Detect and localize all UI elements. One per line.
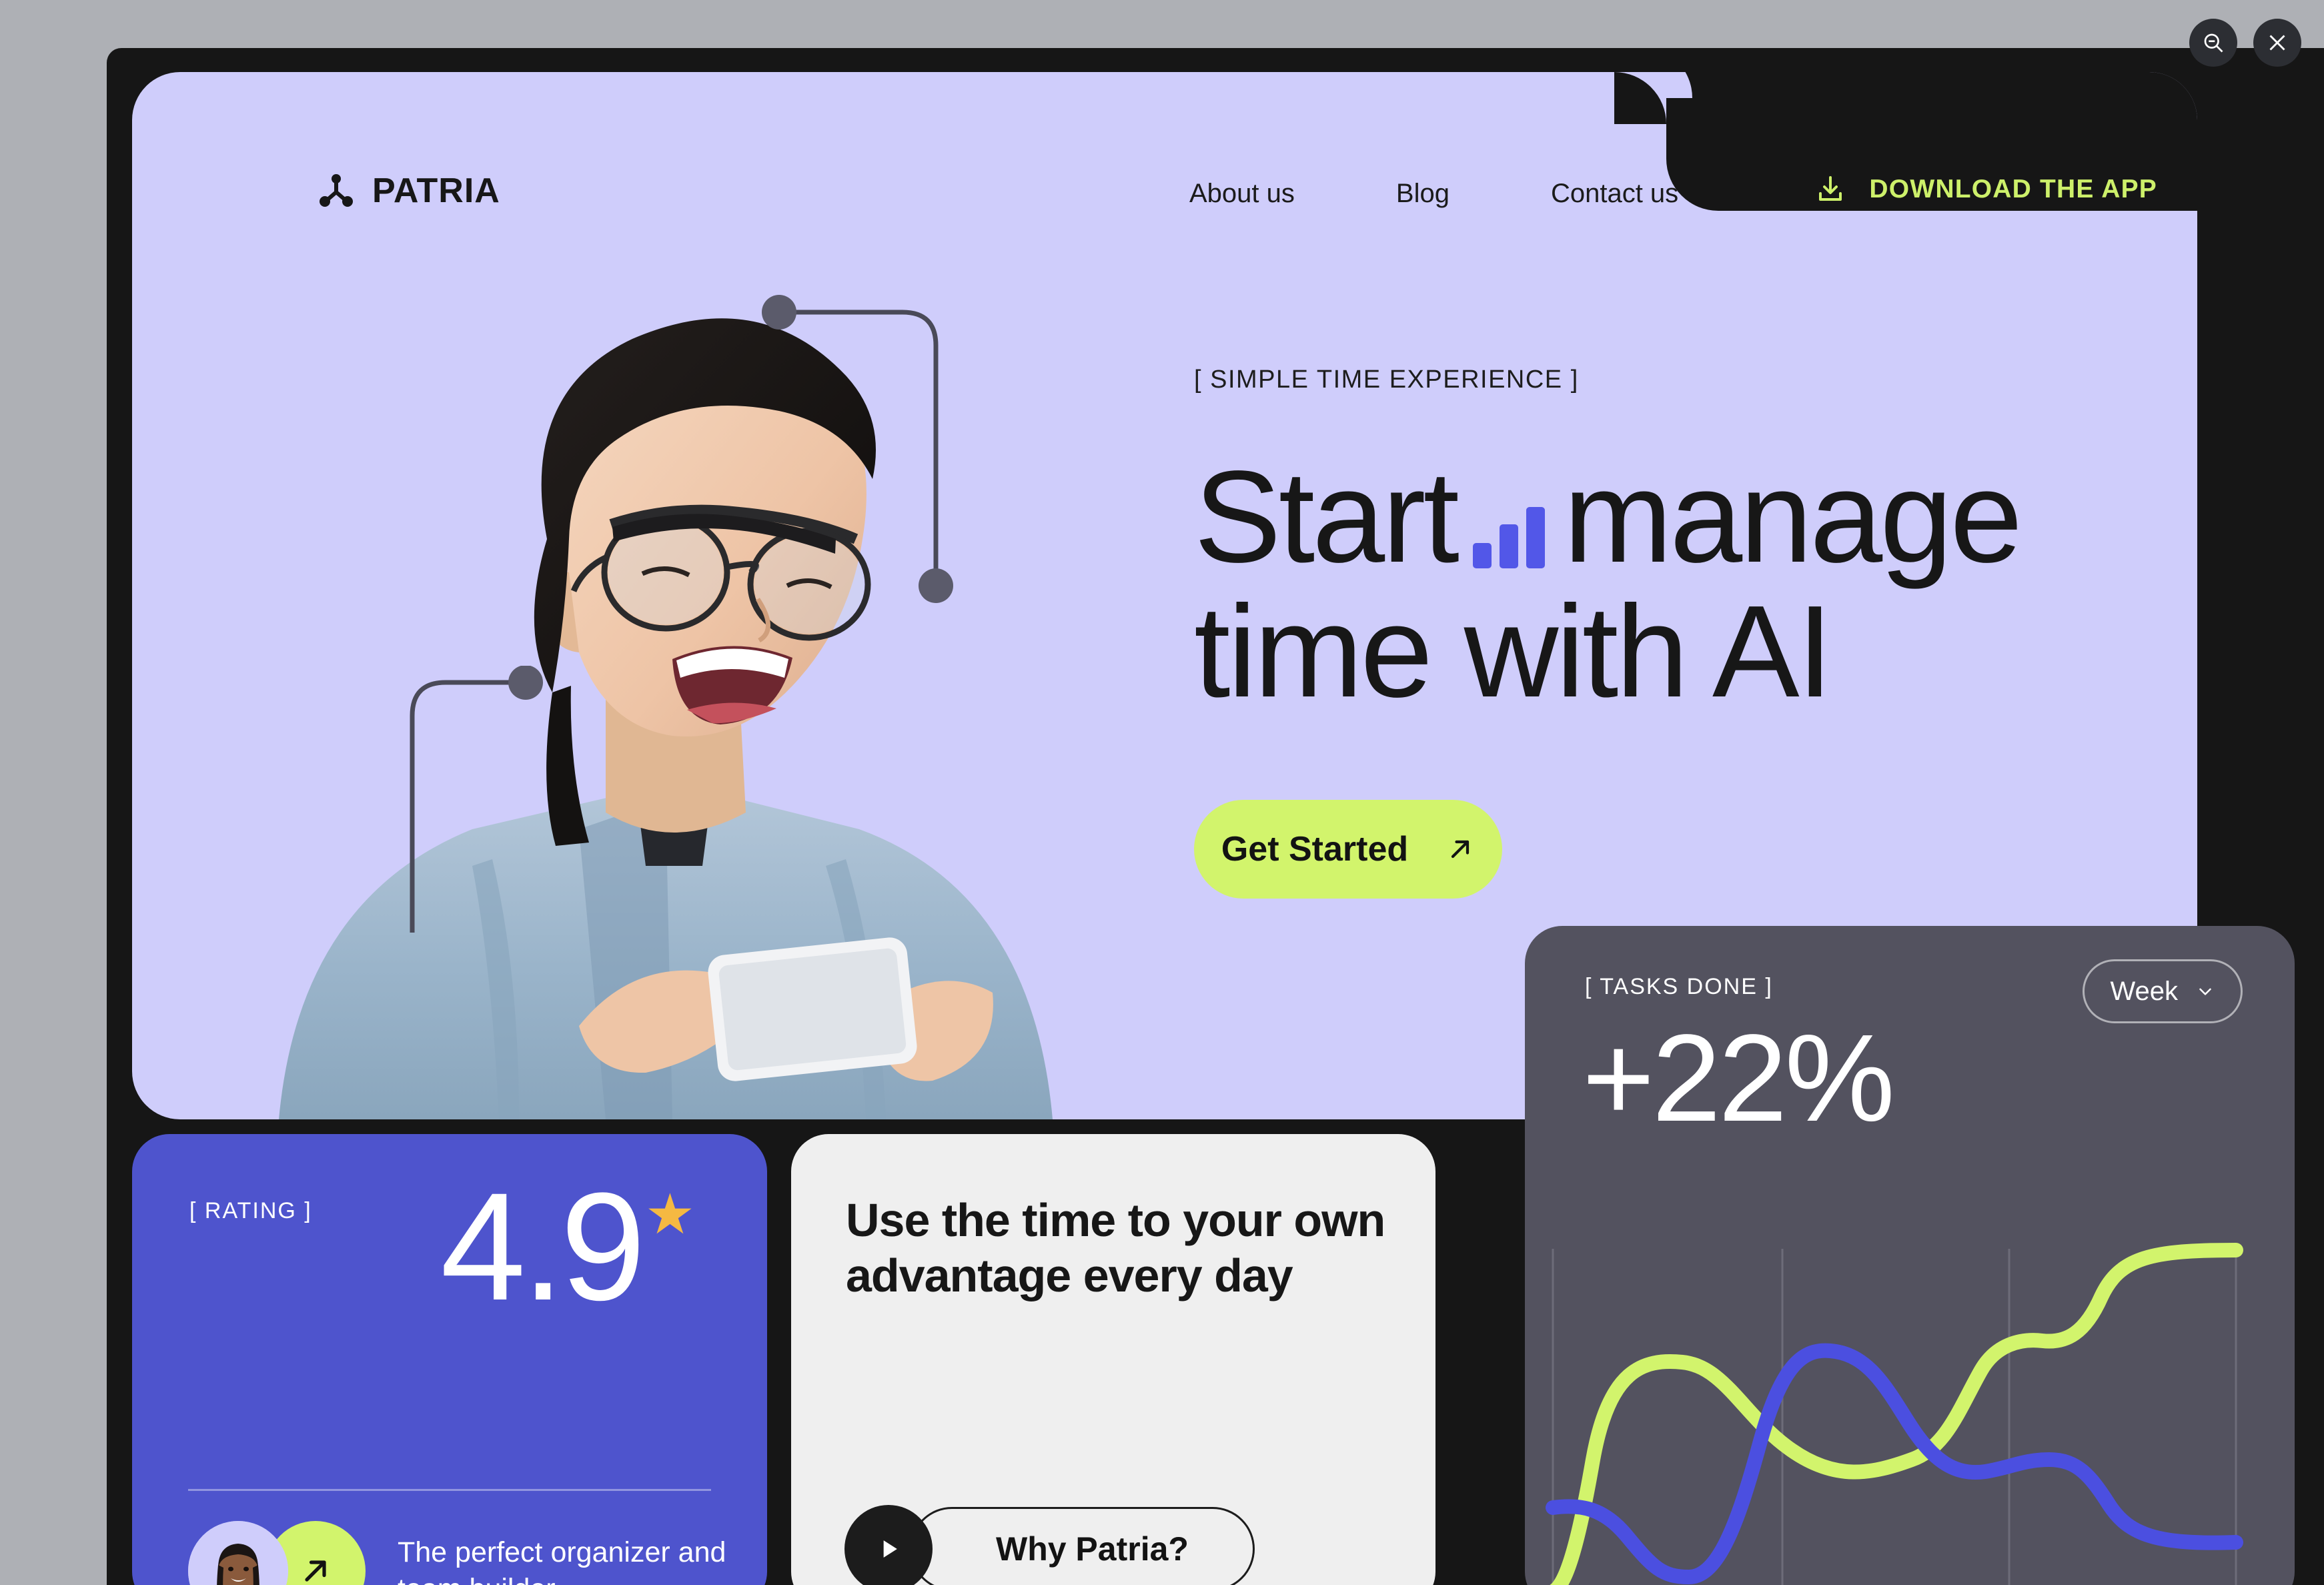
avatar <box>188 1521 288 1585</box>
hero-copy: [ SIMPLE TIME EXPERIENCE ] Start manage … <box>1194 366 2022 899</box>
nav-item-about-us[interactable]: About us <box>1189 179 1295 209</box>
download-label: DOWNLOAD THE APP <box>1869 175 2157 203</box>
hero-eyebrow: [ SIMPLE TIME EXPERIENCE ] <box>1194 366 1579 394</box>
why-patria-label: Why Patria? <box>996 1530 1189 1568</box>
headline-word-manage: manage <box>1563 444 2022 590</box>
tasks-line-chart <box>1546 1243 2243 1585</box>
get-started-button[interactable]: Get Started <box>1194 800 1502 899</box>
close-button[interactable] <box>2253 19 2301 67</box>
play-button[interactable] <box>844 1505 933 1585</box>
period-dropdown[interactable]: Week <box>2083 959 2243 1023</box>
main-nav: About us Blog Contact us <box>1189 179 1678 209</box>
play-icon <box>883 1540 897 1558</box>
period-value: Week <box>2110 976 2178 1006</box>
rating-value: 4.9 <box>440 1161 646 1332</box>
nav-item-blog[interactable]: Blog <box>1396 179 1449 209</box>
rating-footer-text: The perfect organizer and team builder <box>398 1536 726 1585</box>
close-icon <box>2269 35 2285 51</box>
hero-headline: Start manage time with AI <box>1194 452 2022 725</box>
rating-card-label: [ RATING ] <box>189 1198 312 1223</box>
headline-line-two: time with AI <box>1194 578 1833 725</box>
headline-word-start: Start <box>1194 444 1460 590</box>
window-controls <box>2189 19 2301 67</box>
rating-card-footer: The perfect organizer and team builder <box>188 1521 740 1585</box>
brand[interactable]: PATRIA <box>318 171 500 211</box>
bar-chart-icon <box>1472 460 1549 588</box>
magnifier-minus-icon <box>2204 33 2223 53</box>
advantage-title: Use the time to your own advantage every… <box>846 1194 1385 1301</box>
decorative-connector-top <box>762 295 953 603</box>
arrow-up-right-icon <box>305 1560 326 1582</box>
molecule-logo-icon <box>320 174 353 207</box>
rating-card: [ RATING ] 4.9 ★ The perfect organizer a… <box>132 1134 767 1585</box>
get-started-label: Get Started <box>1221 830 1409 869</box>
download-the-app-button[interactable]: DOWNLOAD THE APP <box>1814 173 2157 205</box>
divider <box>188 1489 711 1491</box>
advantage-card-footer: Why Patria? <box>844 1505 1255 1585</box>
decorative-connector-bottom <box>410 666 543 933</box>
nav-item-contact-us[interactable]: Contact us <box>1551 179 1678 209</box>
app-frame: [ SIMPLE TIME EXPERIENCE ] Start manage … <box>107 48 2324 1585</box>
download-icon <box>1819 176 1842 201</box>
zoom-out-button[interactable] <box>2189 19 2237 67</box>
arrow-up-right-icon <box>1451 841 1470 859</box>
brand-name: PATRIA <box>372 171 500 210</box>
tasks-done-card: [ TASKS DONE ] Week +22% <box>1525 926 2295 1585</box>
chevron-down-icon <box>2199 988 2211 995</box>
tasks-delta-value: +22% <box>1582 1009 1895 1147</box>
star-icon: ★ <box>644 1183 695 1245</box>
why-patria-button[interactable]: Why Patria? <box>910 1507 1255 1585</box>
advantage-card: Use the time to your own advantage every… <box>791 1134 1435 1585</box>
tasks-done-label: [ TASKS DONE ] <box>1585 974 1773 999</box>
avatar-image <box>188 1521 288 1585</box>
